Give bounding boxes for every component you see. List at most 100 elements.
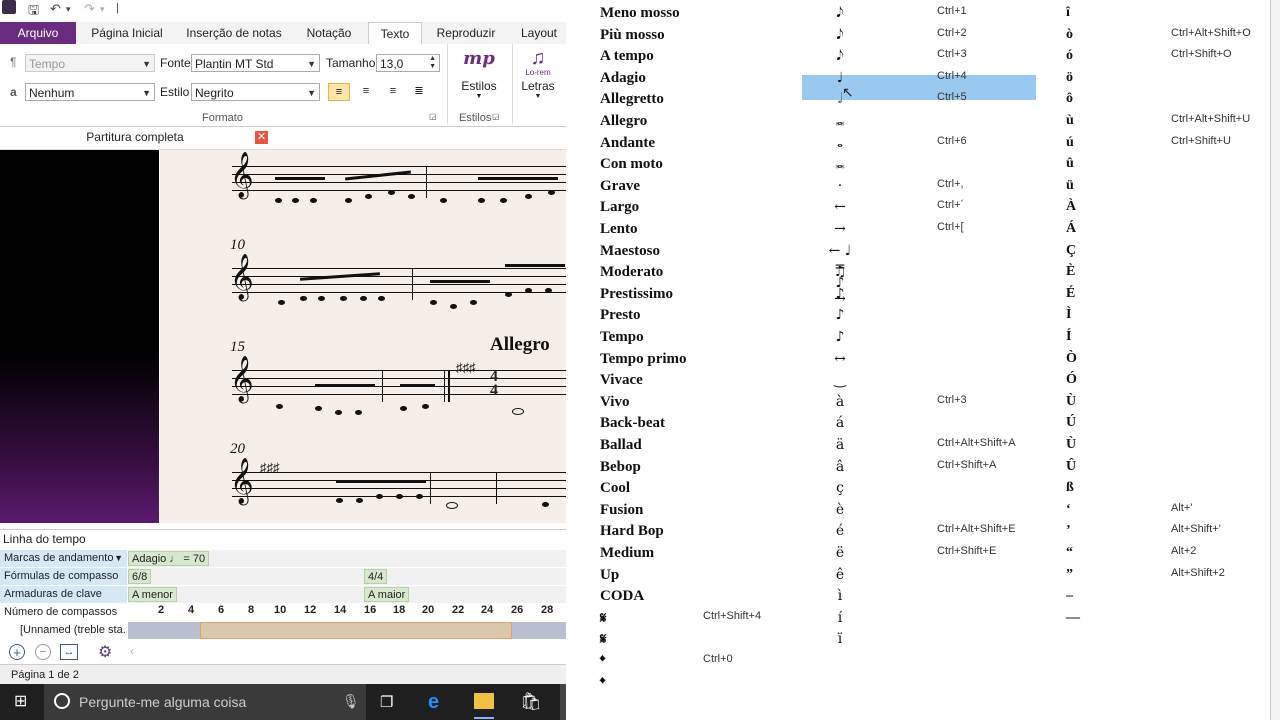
list-item-name[interactable]: Fusion	[600, 502, 643, 519]
list-item-name[interactable]: Andante	[600, 135, 655, 152]
redo-dropdown-icon[interactable]: ▾	[100, 4, 105, 15]
fit-width-icon[interactable]: ↔	[60, 644, 78, 660]
taskbar-search-box[interactable]: Pergunte-me alguma coisa 🎙	[44, 684, 366, 720]
navigator-pane[interactable]	[0, 150, 159, 523]
timeline-row-cells[interactable]: 6/8 4/4	[128, 568, 566, 585]
zoom-out-icon[interactable]: −	[35, 644, 51, 660]
key-signature-chip[interactable]: A menor	[128, 587, 177, 602]
store-icon[interactable]: 🛍	[520, 692, 542, 712]
scroll-left-icon[interactable]: ‹	[130, 644, 134, 658]
font-combo[interactable]: Plantin MT Std ▼	[191, 54, 320, 72]
measure-ruler[interactable]: 2 4 6 8 10 12 14 16 18 20 22 24 26 28	[128, 604, 566, 621]
tab-arquivo[interactable]: Arquivo	[0, 22, 76, 44]
list-item-name[interactable]: Allegro	[600, 113, 647, 130]
tab-pagina-inicial[interactable]: Página Inicial	[82, 22, 172, 44]
letras-button[interactable]: ♫ Lo-rem Letras ▼	[516, 48, 560, 108]
list-item-symbol: ï	[837, 631, 843, 648]
tab-notacao[interactable]: Notação	[296, 22, 362, 44]
list-item-name[interactable]: Vivace	[600, 372, 643, 389]
list-item-name[interactable]: 𝄋	[600, 631, 606, 649]
list-item-name[interactable]: Meno mosso	[600, 5, 680, 22]
size-spinner[interactable]: 13,0 ▲ ▼	[376, 54, 440, 72]
list-item-name[interactable]: Con moto	[600, 156, 663, 173]
list-item-name[interactable]: Allegretto	[600, 91, 664, 108]
list-item-name[interactable]: Presto	[600, 307, 641, 324]
list-item-name[interactable]: Hard Bop	[600, 523, 664, 540]
list-item-name[interactable]: A tempo	[600, 48, 654, 65]
redo-icon[interactable]: ↷	[84, 1, 95, 17]
text-style-combo[interactable]: Tempo ▼	[25, 54, 155, 72]
tempo-marking-text[interactable]: Allegro	[490, 334, 550, 356]
list-item-name[interactable]: Tempo	[600, 329, 644, 346]
staff-bar[interactable]	[128, 622, 566, 639]
align-left-button[interactable]: ≡	[328, 83, 350, 101]
character-style-icon: a	[10, 85, 17, 99]
task-view-icon[interactable]: ❐	[380, 693, 400, 711]
spinner-arrows-icon[interactable]: ▲ ▼	[429, 55, 436, 71]
undo-dropdown-icon[interactable]: ▾	[66, 4, 71, 15]
list-item-symbol: ↔	[834, 350, 846, 367]
timeline-row-label[interactable]: [Unnamed (treble sta...	[0, 622, 127, 639]
tab-texto[interactable]: Texto	[368, 22, 422, 45]
score-page[interactable]: 𝄞 10 𝄞 15 Allegro 𝄞 ♯♯♯ 44 20 𝄞 ♯♯♯	[160, 150, 566, 523]
timeline-row-cells[interactable]: A menor A maior	[128, 586, 566, 603]
timeline-row-cells[interactable]: Adagio ♩ = 70	[128, 550, 566, 567]
save-icon[interactable]: 🖫	[28, 1, 39, 23]
barline	[444, 370, 445, 402]
list-item-name[interactable]: 𝄌	[600, 653, 605, 671]
tab-insercao-notas[interactable]: Inserção de notas	[180, 22, 288, 44]
align-right-button[interactable]: ≡	[382, 83, 404, 101]
timeline-row-label[interactable]: Marcas de andamento ▼	[0, 550, 127, 567]
list-item-name[interactable]: Vivo	[600, 394, 629, 411]
list-item-name[interactable]: Medium	[600, 545, 654, 562]
estilos-dialog-launcher-icon[interactable]: ◲	[492, 112, 500, 121]
document-tab[interactable]: Partitura completa	[0, 127, 270, 148]
customize-qat-icon[interactable]: |	[116, 2, 119, 14]
list-item-name[interactable]: Cool	[600, 480, 630, 497]
formato-dialog-launcher-icon[interactable]: ◲	[429, 112, 437, 121]
tempo-chip[interactable]: Adagio ♩ = 70	[128, 551, 210, 566]
time-signature-chip[interactable]: 4/4	[364, 569, 388, 584]
list-item-name[interactable]: Tempo primo	[600, 351, 687, 368]
align-center-button[interactable]: ≡	[355, 83, 377, 101]
character-style-combo[interactable]: Nenhum ▼	[25, 83, 155, 101]
key-signature-chip[interactable]: A maior	[364, 587, 410, 602]
microphone-icon[interactable]: 🎙	[342, 693, 360, 710]
tab-reproduzir[interactable]: Reproduzir	[428, 22, 504, 44]
list-item-name[interactable]: Up	[600, 567, 619, 584]
zoom-in-icon[interactable]: +	[9, 644, 25, 660]
list-item-name[interactable]: Largo	[600, 199, 639, 216]
list-item-name[interactable]: Maestoso	[600, 243, 660, 260]
font-style-combo[interactable]: Negrito ▼	[191, 83, 320, 101]
key-signature: ♯♯♯	[456, 360, 476, 375]
list-item-name[interactable]: Più mosso	[600, 27, 665, 44]
estilos-button[interactable]: mp Estilos ▼	[452, 48, 506, 108]
tab-layout[interactable]: Layout	[512, 22, 566, 44]
time-signature-chip[interactable]: 6/8	[128, 569, 152, 584]
filter-dropdown-icon[interactable]: ▼	[114, 550, 123, 567]
list-item-name[interactable]: Ballad	[600, 437, 642, 454]
file-explorer-icon[interactable]	[474, 693, 494, 709]
scrollbar-edge[interactable]	[1270, 0, 1280, 720]
edge-browser-icon[interactable]: e	[428, 691, 439, 714]
timeline-row-label[interactable]: Fórmulas de compasso	[0, 568, 127, 585]
timeline-row-label[interactable]: Armaduras de clave	[0, 586, 127, 603]
list-item-name[interactable]: Grave	[600, 178, 640, 195]
list-item-name[interactable]: Bebop	[600, 459, 641, 476]
list-item-name[interactable]: Back-beat	[600, 415, 665, 432]
list-item-symbol: 𝅝	[837, 134, 843, 151]
list-item-name[interactable]: 𝄋	[600, 610, 606, 628]
list-item-name[interactable]: Moderato	[600, 264, 663, 281]
list-item-name[interactable]: 𝄌	[600, 675, 605, 693]
visible-range-indicator[interactable]	[200, 622, 512, 639]
list-item-name[interactable]: Adagio	[600, 70, 646, 87]
list-item-name[interactable]: Lento	[600, 221, 638, 238]
barline	[412, 268, 413, 300]
undo-icon[interactable]: ↶	[50, 1, 61, 17]
close-icon[interactable]: ✕	[255, 131, 268, 144]
justify-button[interactable]: ≣	[408, 83, 430, 101]
list-item-name[interactable]: Prestissimo	[600, 286, 673, 303]
windows-start-icon[interactable]: ⊞	[14, 694, 30, 710]
gear-icon[interactable]: ⚙	[98, 642, 112, 662]
list-item-name[interactable]: CODA	[600, 588, 644, 605]
